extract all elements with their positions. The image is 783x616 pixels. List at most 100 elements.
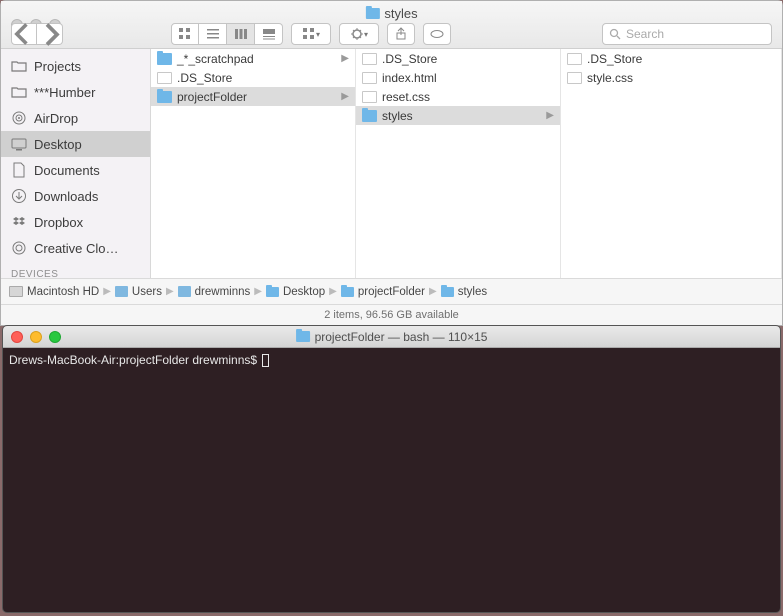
back-button[interactable]: [11, 23, 37, 45]
path-item[interactable]: projectFolder: [341, 286, 425, 298]
chevron-right-icon: ▶: [329, 286, 337, 297]
finder-window: styles ▾ ▾ Search: [0, 0, 783, 326]
share-button[interactable]: [387, 23, 415, 45]
path-label: projectFolder: [358, 286, 425, 298]
arrange-button[interactable]: ▾: [291, 23, 331, 45]
sidebar-item-airdrop[interactable]: AirDrop: [1, 105, 150, 131]
terminal-title: projectFolder — bash — 110×15: [296, 330, 488, 344]
list-view-button[interactable]: [199, 23, 227, 45]
devices-header: Devices: [1, 261, 150, 278]
columns-area: _*_scratchpad ▶ .DS_Store projectFolder ▶ .DS…: [151, 49, 782, 278]
folder-icon: [157, 91, 172, 103]
path-item[interactable]: styles: [441, 286, 487, 298]
sidebar-item-label: Creative Clo…: [34, 241, 119, 256]
file-row[interactable]: .DS_Store: [356, 49, 560, 68]
folder-icon: [11, 84, 27, 100]
file-label: .DS_Store: [587, 52, 642, 66]
file-label: .DS_Store: [177, 71, 232, 85]
file-label: _*_scratchpad: [177, 52, 254, 66]
path-item[interactable]: Users: [115, 286, 162, 298]
sidebar-item-label: AirDrop: [34, 111, 78, 126]
sidebar-item-label: Dropbox: [34, 215, 83, 230]
file-icon: [362, 53, 377, 65]
folder-icon: [115, 286, 128, 297]
folder-icon: [296, 331, 310, 342]
sidebar-item-dropbox[interactable]: Dropbox: [1, 209, 150, 235]
status-text: 2 items, 96.56 GB available: [324, 309, 459, 321]
file-row[interactable]: _*_scratchpad ▶: [151, 49, 355, 68]
sidebar-item-label: ***Humber: [34, 85, 95, 100]
tags-button[interactable]: [423, 23, 451, 45]
path-label: Desktop: [283, 286, 325, 298]
file-label: index.html: [382, 71, 437, 85]
column-1: .DS_Store index.html reset.css styles▶: [356, 49, 561, 278]
path-label: Users: [132, 286, 162, 298]
file-label: style.css: [587, 71, 633, 85]
chevron-right-icon: ▶: [254, 286, 262, 297]
terminal-window: projectFolder — bash — 110×15 Drews-MacB…: [2, 325, 781, 613]
sidebar-item-projects[interactable]: Projects: [1, 53, 150, 79]
file-row[interactable]: index.html: [356, 68, 560, 87]
chevron-right-icon: ▶: [341, 91, 349, 102]
path-label: styles: [458, 286, 487, 298]
file-label: reset.css: [382, 90, 430, 104]
column-0: _*_scratchpad ▶ .DS_Store projectFolder ▶: [151, 49, 356, 278]
sidebar-item--humber[interactable]: ***Humber: [1, 79, 150, 105]
path-item[interactable]: Macintosh HD: [9, 286, 99, 298]
action-button[interactable]: ▾: [339, 23, 379, 45]
zoom-icon[interactable]: [49, 331, 61, 343]
minimize-icon[interactable]: [30, 331, 42, 343]
path-item[interactable]: drewminns: [178, 286, 251, 298]
coverflow-view-button[interactable]: [255, 23, 283, 45]
forward-button[interactable]: [37, 23, 63, 45]
sidebar-item-documents[interactable]: Documents: [1, 157, 150, 183]
search-placeholder: Search: [626, 27, 664, 41]
search-icon: [609, 28, 621, 40]
folder-icon: [365, 8, 379, 19]
chevron-right-icon: ▶: [429, 286, 437, 297]
path-label: Macintosh HD: [27, 286, 99, 298]
dropbox-icon: [11, 214, 27, 230]
path-label: drewminns: [195, 286, 251, 298]
sidebar: Projects ***Humber AirDrop DesktopDocuments…: [1, 49, 151, 278]
view-mode-segment: [171, 23, 283, 45]
file-row[interactable]: styles▶: [356, 106, 560, 125]
close-icon[interactable]: [11, 331, 23, 343]
file-icon: [362, 91, 377, 103]
file-row[interactable]: style.css: [561, 68, 781, 87]
column-view-button[interactable]: [227, 23, 255, 45]
chevron-right-icon: ▶: [166, 286, 174, 297]
terminal-body[interactable]: Drews-MacBook-Air:projectFolder drewminn…: [3, 348, 780, 373]
file-label: projectFolder: [177, 90, 247, 104]
toolbar: ▾ ▾: [11, 23, 451, 45]
terminal-title-text: projectFolder — bash — 110×15: [315, 330, 488, 344]
icon-view-button[interactable]: [171, 23, 199, 45]
file-row[interactable]: .DS_Store: [151, 68, 355, 87]
search-input[interactable]: Search: [602, 23, 772, 45]
folder-icon: [341, 287, 354, 297]
folder-icon: [266, 287, 279, 297]
path-bar: Macintosh HD▶Users▶drewminns▶Desktop▶pro…: [1, 278, 782, 304]
sidebar-item-creative-clo-[interactable]: Creative Clo…: [1, 235, 150, 261]
finder-titlebar: styles ▾ ▾ Search: [1, 1, 782, 49]
sidebar-item-downloads[interactable]: Downloads: [1, 183, 150, 209]
title-text: styles: [384, 6, 417, 21]
file-label: .DS_Store: [382, 52, 437, 66]
folder-icon: [441, 287, 454, 297]
file-row[interactable]: .DS_Store: [561, 49, 781, 68]
file-row[interactable]: reset.css: [356, 87, 560, 106]
column-2: .DS_Store style.css: [561, 49, 782, 278]
hdd-icon: [9, 286, 23, 297]
chevron-right-icon: ▶: [341, 53, 349, 64]
sidebar-item-label: Projects: [34, 59, 81, 74]
terminal-titlebar: projectFolder — bash — 110×15: [3, 326, 780, 348]
folder-icon: [157, 53, 172, 65]
folder-icon: [178, 286, 191, 297]
chevron-right-icon: ▶: [103, 286, 111, 297]
file-icon: [567, 53, 582, 65]
cc-icon: [11, 240, 27, 256]
file-row[interactable]: projectFolder ▶: [151, 87, 355, 106]
sidebar-item-label: Downloads: [34, 189, 98, 204]
path-item[interactable]: Desktop: [266, 286, 325, 298]
sidebar-item-desktop[interactable]: Desktop: [1, 131, 150, 157]
